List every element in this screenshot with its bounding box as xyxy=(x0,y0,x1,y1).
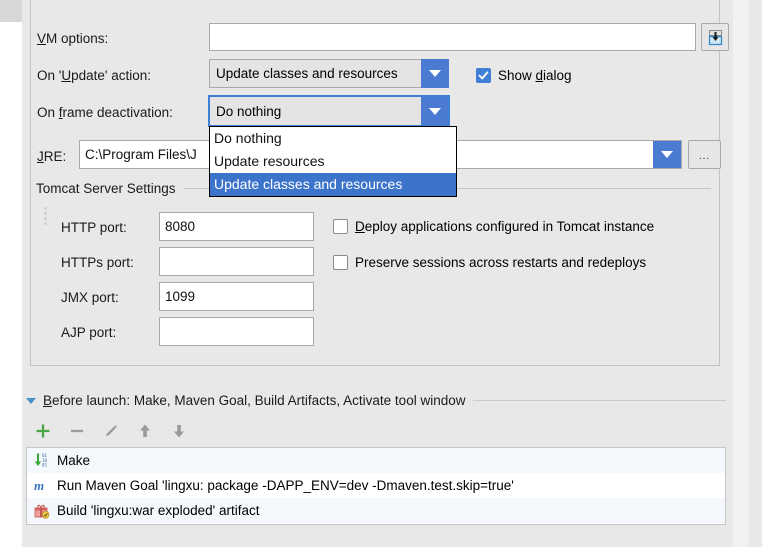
vm-options-input[interactable] xyxy=(209,23,696,51)
left-gutter xyxy=(0,0,22,547)
ajp-port-input[interactable] xyxy=(159,317,314,346)
before-launch-separator-line xyxy=(473,400,726,401)
check-icon xyxy=(478,70,489,81)
show-dialog-checkbox-box xyxy=(476,68,491,83)
preserve-sessions-checkbox[interactable]: Preserve sessions across restarts and re… xyxy=(333,255,646,270)
on-frame-deactivation-combobox[interactable]: Do nothing xyxy=(209,96,449,126)
on-update-action-combobox[interactable]: Update classes and resources xyxy=(209,59,449,88)
add-task-button[interactable] xyxy=(26,418,60,444)
artifact-icon xyxy=(33,502,50,519)
remove-task-button[interactable] xyxy=(60,418,94,444)
task-row-make[interactable]: 01 10 01 Make xyxy=(27,448,725,473)
application-window: VM options: On 'Update' action: Update c… xyxy=(0,0,762,547)
task-row-maven-goal[interactable]: m Run Maven Goal 'lingxu: package -DAPP_… xyxy=(27,473,725,498)
jmx-port-label: JMX port: xyxy=(61,290,119,305)
before-launch-task-list[interactable]: 01 10 01 Make m Run Maven Goal 'lingxu: … xyxy=(26,447,726,525)
before-launch-toolbar xyxy=(26,418,196,444)
plus-icon xyxy=(33,421,53,441)
edit-task-button[interactable] xyxy=(94,418,128,444)
dropdown-option-update-resources[interactable]: Update resources xyxy=(210,150,456,173)
task-row-build-artifact[interactable]: Build 'lingxu:war exploded' artifact xyxy=(27,498,725,523)
on-update-action-label: On 'Update' action: xyxy=(37,68,151,83)
deploy-applications-checkbox-box xyxy=(333,219,348,234)
left-gutter-top-block xyxy=(0,0,22,22)
jmx-port-input[interactable]: 1099 xyxy=(159,282,314,311)
on-update-action-value: Update classes and resources xyxy=(209,59,421,88)
show-dialog-label: Show dialog xyxy=(498,68,572,83)
vm-options-expand-button[interactable] xyxy=(701,23,729,51)
maven-icon: m xyxy=(33,477,50,494)
on-frame-deactivation-label: On frame deactivation: xyxy=(37,105,173,120)
on-frame-deactivation-value: Do nothing xyxy=(209,96,421,126)
chevron-down-icon xyxy=(661,151,673,158)
deploy-applications-checkbox[interactable]: Deploy applications configured in Tomcat… xyxy=(333,219,654,234)
task-label: Run Maven Goal 'lingxu: package -DAPP_EN… xyxy=(57,478,514,493)
task-label: Build 'lingxu:war exploded' artifact xyxy=(57,503,260,518)
jre-combobox-arrow[interactable] xyxy=(653,141,681,168)
vm-options-label: VM options: xyxy=(37,31,108,46)
chevron-down-icon xyxy=(429,108,441,115)
ajp-port-label: AJP port: xyxy=(61,325,116,340)
on-update-action-arrow[interactable] xyxy=(421,59,449,88)
before-launch-title: Before launch: Make, Maven Goal, Build A… xyxy=(43,393,473,408)
insert-into-field-icon xyxy=(707,29,724,46)
jre-label: JRE: xyxy=(37,149,66,164)
dropdown-option-update-classes-and-resources[interactable]: Update classes and resources xyxy=(210,173,456,196)
show-dialog-checkbox[interactable]: Show dialog xyxy=(476,68,572,83)
https-port-input[interactable] xyxy=(159,247,314,276)
svg-text:01: 01 xyxy=(42,462,48,467)
before-launch-header[interactable]: Before launch: Make, Maven Goal, Build A… xyxy=(26,393,726,408)
dropdown-option-do-nothing[interactable]: Do nothing xyxy=(210,127,456,150)
collapse-triangle-icon[interactable] xyxy=(26,398,36,404)
minus-icon xyxy=(67,421,87,441)
arrow-down-icon xyxy=(169,421,189,441)
pencil-icon xyxy=(101,421,121,441)
move-down-button[interactable] xyxy=(162,418,196,444)
preserve-sessions-label: Preserve sessions across restarts and re… xyxy=(355,255,646,270)
move-up-button[interactable] xyxy=(128,418,162,444)
vertical-scrollbar[interactable] xyxy=(733,0,749,547)
chevron-down-icon xyxy=(429,70,441,77)
on-frame-deactivation-arrow[interactable] xyxy=(421,96,449,126)
tomcat-server-settings-title: Tomcat Server Settings xyxy=(36,181,184,196)
preserve-sessions-checkbox-box xyxy=(333,255,348,270)
make-icon: 01 10 01 xyxy=(33,452,50,469)
https-port-label: HTTPs port: xyxy=(61,255,134,270)
on-frame-deactivation-dropdown-popup[interactable]: Do nothing Update resources Update class… xyxy=(209,126,457,197)
jre-browse-button[interactable]: … xyxy=(688,140,721,169)
panel-splitter-handle[interactable] xyxy=(43,205,50,227)
http-port-label: HTTP port: xyxy=(61,220,127,235)
deploy-applications-label: Deploy applications configured in Tomcat… xyxy=(355,219,654,234)
task-label: Make xyxy=(57,453,90,468)
arrow-up-icon xyxy=(135,421,155,441)
configuration-settings-panel: VM options: On 'Update' action: Update c… xyxy=(30,0,720,366)
http-port-input[interactable]: 8080 xyxy=(159,212,314,241)
svg-text:m: m xyxy=(34,478,44,493)
